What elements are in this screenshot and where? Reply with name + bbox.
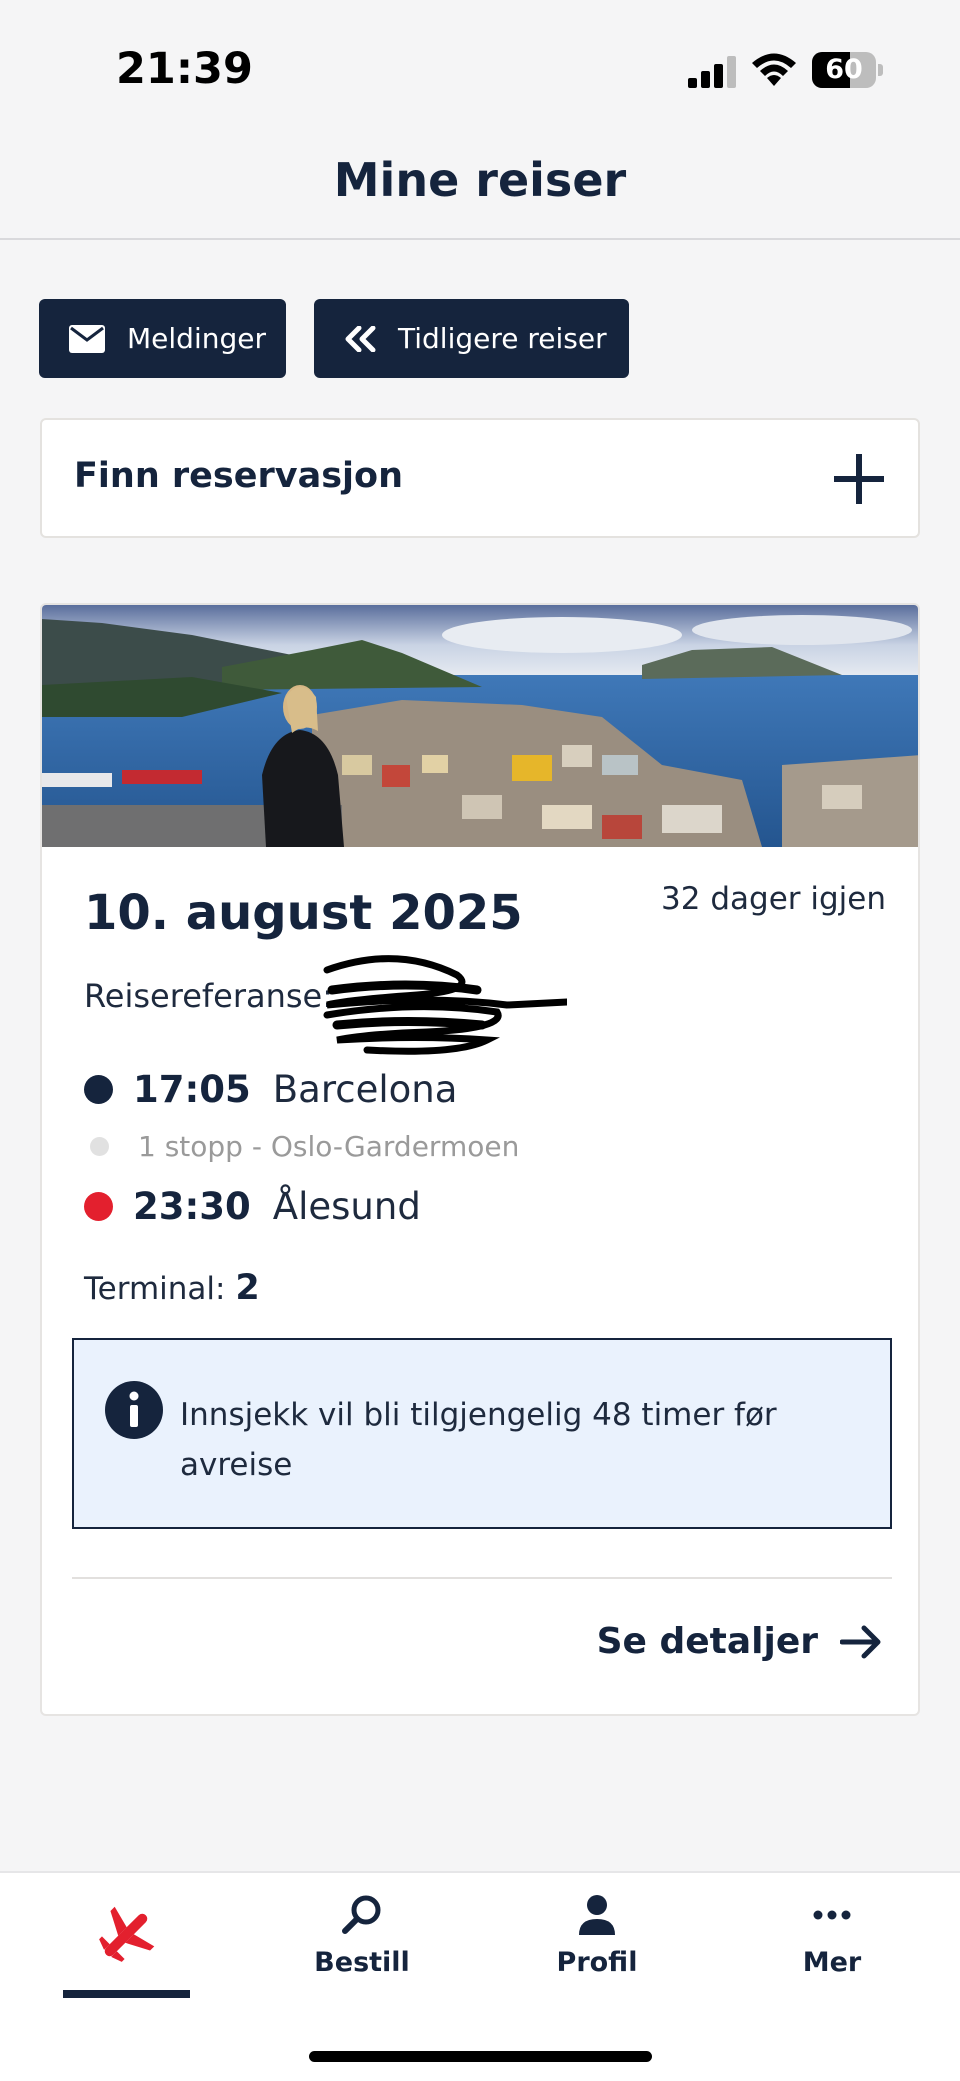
previous-trips-button-label: Tidligere reiser: [398, 322, 607, 355]
departure-time: 17:05: [133, 1068, 251, 1111]
departure-row: 17:05 Barcelona: [84, 1068, 457, 1111]
airplane-icon: [99, 1906, 155, 1962]
find-reservation-label: Finn reservasjon: [74, 456, 403, 496]
messages-button[interactable]: Meldinger: [39, 299, 286, 378]
nav-item-profile-label: Profil: [556, 1947, 638, 1978]
bottom-nav: Bestill Profil Mer: [0, 1871, 960, 2081]
arrival-place: Ålesund: [272, 1185, 421, 1228]
page-header: Mine reiser: [0, 140, 960, 240]
previous-trips-button[interactable]: Tidligere reiser: [314, 299, 629, 378]
battery-icon: 60: [812, 52, 883, 88]
terminal-value: 2: [235, 1268, 260, 1308]
status-time: 21:39: [116, 44, 253, 94]
plus-icon[interactable]: [832, 452, 886, 506]
nav-item-more[interactable]: Mer: [732, 1893, 932, 1978]
search-icon: [342, 1895, 381, 1934]
nav-active-indicator: [63, 1990, 190, 1998]
stop-text: 1 stopp - Oslo-Gardermoen: [138, 1130, 520, 1163]
trip-date: 10. august 2025: [84, 885, 523, 941]
stop-dot: [90, 1137, 109, 1156]
trip-card: 10. august 2025 32 dager igjen Reiserefe…: [40, 603, 920, 1716]
destination-photo: [42, 605, 918, 847]
person-icon: [579, 1895, 615, 1935]
nav-item-book-label: Bestill: [314, 1947, 410, 1978]
arrival-dot: [84, 1192, 113, 1221]
nav-item-trips[interactable]: [26, 1893, 226, 1977]
checkin-info-text: Innsjekk vil bli tilgjengelig 48 timer f…: [180, 1397, 777, 1483]
terminal-label: Terminal:: [84, 1271, 226, 1307]
find-reservation[interactable]: Finn reservasjon: [40, 418, 920, 538]
arrival-row: 23:30 Ålesund: [84, 1185, 421, 1228]
card-divider: [72, 1577, 892, 1579]
info-icon: [105, 1381, 163, 1439]
nav-item-profile[interactable]: Profil: [497, 1893, 697, 1978]
nav-item-book[interactable]: Bestill: [262, 1893, 462, 1978]
page-title: Mine reiser: [333, 153, 627, 207]
days-left: 32 dager igjen: [661, 881, 886, 917]
battery-level-text: 60: [825, 54, 863, 85]
checkin-info-box: Innsjekk vil bli tilgjengelig 48 timer f…: [72, 1338, 892, 1529]
envelope-icon: [69, 324, 105, 353]
see-details-link[interactable]: Se detaljer: [597, 1621, 882, 1662]
departure-dot: [84, 1075, 113, 1104]
redaction-scribble: [323, 955, 567, 1055]
arrow-right-icon: [840, 1625, 881, 1658]
booking-reference-label: Reisereferanse:: [84, 977, 334, 1015]
home-indicator[interactable]: [309, 2051, 652, 2062]
messages-button-label: Meldinger: [127, 322, 266, 355]
stop-row: 1 stopp - Oslo-Gardermoen: [90, 1130, 519, 1163]
terminal-row: Terminal: 2: [84, 1268, 260, 1308]
status-bar: 21:39 60: [0, 0, 960, 140]
nav-item-more-label: Mer: [802, 1947, 862, 1978]
wifi-icon: [752, 53, 796, 86]
arrival-time: 23:30: [133, 1185, 251, 1228]
more-icon: [813, 1910, 851, 1920]
signal-icon: [688, 56, 736, 88]
see-details-label: Se detaljer: [596, 1621, 818, 1662]
departure-place: Barcelona: [272, 1068, 458, 1111]
double-chevron-left-icon: [344, 325, 376, 352]
